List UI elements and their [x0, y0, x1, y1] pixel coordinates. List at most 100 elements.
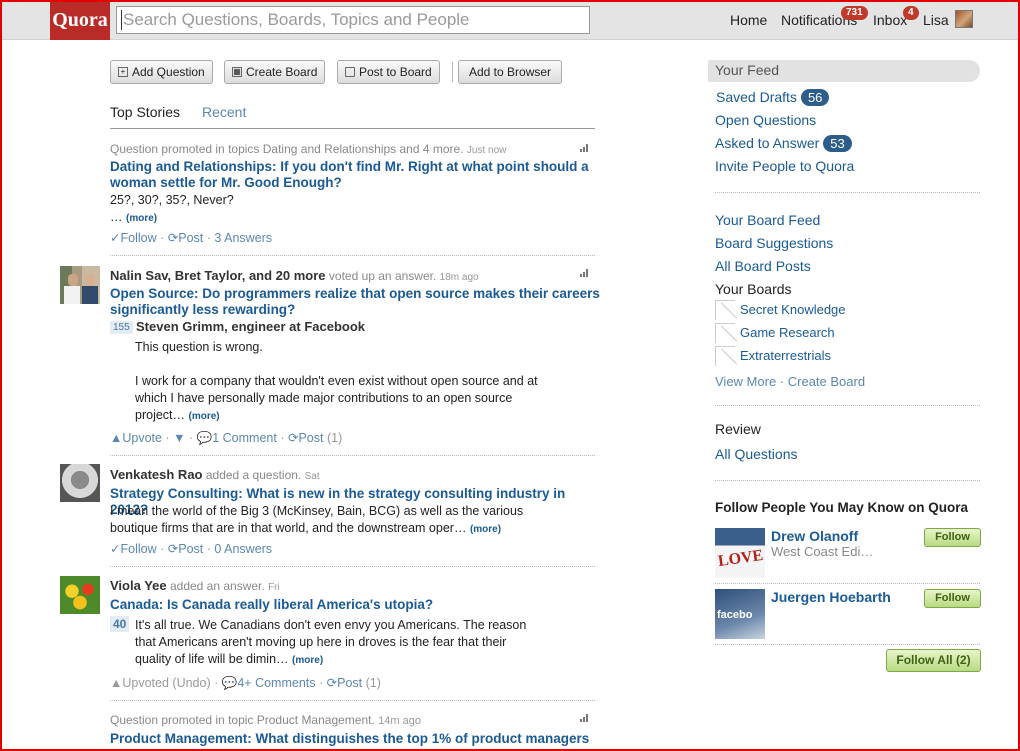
nav-home[interactable]: Home	[730, 12, 767, 28]
asked-to-answer-count: 53	[823, 135, 852, 152]
more-link[interactable]: (more)	[292, 655, 323, 666]
invite-people-link[interactable]: Invite People to Quora	[715, 158, 854, 174]
avatar[interactable]	[60, 464, 100, 502]
follow-button[interactable]: Follow	[924, 528, 981, 547]
nav-user[interactable]: Lisa	[923, 12, 949, 28]
all-questions-link[interactable]: All Questions	[715, 446, 797, 462]
user-avatar[interactable]	[955, 10, 973, 28]
story-body-line: quality of life will be dimin…	[135, 652, 289, 666]
board-link[interactable]: Extraterrestrials	[740, 348, 831, 363]
sidebar-divider	[715, 405, 980, 406]
story-actor[interactable]: Viola Yee	[110, 578, 167, 593]
board-link[interactable]: Game Research	[740, 325, 835, 340]
avatar[interactable]	[60, 266, 100, 304]
story-time: 14m ago	[378, 715, 421, 727]
stats-icon[interactable]	[580, 269, 590, 277]
asked-to-answer-link[interactable]: Asked to Answer 53	[715, 135, 852, 152]
person-subtitle: West Coast Edi…	[771, 544, 874, 559]
person-name[interactable]: Drew Olanoff	[771, 528, 858, 544]
post-link[interactable]: Post	[178, 542, 203, 556]
tabs-underline	[110, 128, 595, 129]
post-link[interactable]: Post	[337, 676, 362, 690]
post-count: (1)	[326, 431, 343, 445]
comments-link[interactable]: 4+ Comments	[237, 676, 315, 690]
follow-button[interactable]: Follow	[924, 589, 981, 608]
story-title[interactable]: Open Source: Do programmers realize that…	[110, 286, 600, 318]
board-suggestions-link[interactable]: Board Suggestions	[715, 235, 833, 251]
top-header: Quora Home Notifications 731 Inbox 4 Lis…	[0, 0, 1020, 40]
follow-link[interactable]: Follow	[120, 542, 156, 556]
create-board-button[interactable]: ▦ Create Board	[224, 60, 326, 84]
more-link[interactable]: (more)	[189, 411, 220, 422]
saved-drafts-count: 56	[800, 89, 830, 106]
story-actor[interactable]: Venkatesh Rao	[110, 467, 203, 482]
post-to-board-label: Post to Board	[359, 65, 432, 79]
view-more-link[interactable]: View More	[715, 374, 776, 389]
repost-icon: ⟳	[287, 431, 299, 445]
all-board-posts-link[interactable]: All Board Posts	[715, 258, 811, 274]
story-divider	[110, 455, 595, 456]
create-board-link[interactable]: Create Board	[788, 374, 865, 389]
downvote-icon[interactable]: ▼	[173, 431, 185, 445]
story-title[interactable]: Dating and Relationships: If you don't f…	[110, 159, 600, 191]
story-title[interactable]: Canada: Is Canada really liberal America…	[110, 597, 600, 613]
review-heading: Review	[715, 421, 761, 437]
story-divider	[110, 255, 595, 256]
search-input[interactable]	[116, 6, 590, 34]
story-body-line: This question is wrong.	[135, 340, 263, 354]
board-feed-link[interactable]: Your Board Feed	[715, 212, 820, 228]
sidebar-divider	[715, 192, 980, 193]
quora-logo[interactable]: Quora	[50, 0, 110, 40]
story-title-line: Dating and Relationships: If you don't f…	[110, 159, 589, 174]
answer-author[interactable]: Steven Grimm, engineer at Facebook	[136, 319, 365, 334]
answers-link[interactable]: 0 Answers	[214, 542, 272, 556]
tab-recent[interactable]: Recent	[202, 104, 246, 120]
story-body-line: project…	[135, 408, 186, 422]
stats-icon[interactable]	[580, 714, 590, 722]
add-to-browser-button[interactable]: Add to Browser	[458, 60, 563, 84]
answers-link[interactable]: 3 Answers	[214, 231, 272, 245]
open-questions-link[interactable]: Open Questions	[715, 112, 816, 128]
story-meta: Question promoted in topic Product Manag…	[110, 713, 421, 727]
upvoted-undo-link[interactable]: Upvoted (Undo)	[122, 676, 210, 690]
person-name[interactable]: Juergen Hoebarth	[771, 589, 891, 605]
post-to-board-button[interactable]: Post to Board	[337, 60, 440, 84]
comment-icon: 💬	[196, 431, 213, 445]
post-link[interactable]: Post	[298, 431, 323, 445]
document-icon	[345, 67, 355, 77]
comment-icon: 💬	[221, 676, 238, 690]
avatar[interactable]	[60, 576, 100, 614]
your-feed-header[interactable]: Your Feed	[708, 60, 980, 82]
tab-top-stories[interactable]: Top Stories	[110, 104, 180, 120]
more-link[interactable]: (more)	[470, 524, 501, 535]
story-title-line: significantly less rewarding?	[110, 302, 296, 317]
story-meta: Venkatesh Rao added a question. Sat	[110, 467, 320, 482]
story-title[interactable]: Product Management: What distinguishes t…	[110, 731, 600, 747]
follow-all-button[interactable]: Follow All (2)	[886, 649, 981, 672]
repost-icon: ⟳	[326, 676, 338, 690]
board-icon	[715, 346, 735, 366]
plus-icon: +	[118, 67, 128, 77]
sidebar-divider	[715, 644, 980, 645]
avatar[interactable]: facebo	[715, 589, 765, 639]
story-divider	[110, 700, 595, 701]
board-icon	[715, 323, 735, 343]
upvote-link[interactable]: Upvote	[122, 431, 162, 445]
follow-link[interactable]: Follow	[120, 231, 156, 245]
story-body-line: that Americans aren't moving up here in …	[135, 635, 507, 649]
story-actions: ✓Follow · ⟳Post · 3 Answers	[110, 231, 273, 245]
post-link[interactable]: Post	[178, 231, 203, 245]
post-count: (1)	[365, 676, 381, 690]
comment-link[interactable]: 1 Comment	[212, 431, 277, 445]
avatar[interactable]: LOVE	[715, 528, 765, 578]
story-meta: Nalin Sav, Bret Taylor, and 20 more vote…	[110, 268, 479, 283]
story-actors[interactable]: Nalin Sav, Bret Taylor, and 20 more	[110, 268, 326, 283]
add-question-button[interactable]: + Add Question	[110, 60, 213, 84]
more-link[interactable]: (more)	[126, 213, 157, 224]
stats-icon[interactable]	[580, 144, 590, 152]
saved-drafts-link[interactable]: Saved Drafts 56	[716, 89, 830, 106]
nav-inbox[interactable]: Inbox	[873, 12, 907, 28]
board-link[interactable]: Secret Knowledge	[740, 302, 846, 317]
toolbar-divider	[452, 62, 453, 82]
story-time: Fri	[268, 582, 280, 593]
